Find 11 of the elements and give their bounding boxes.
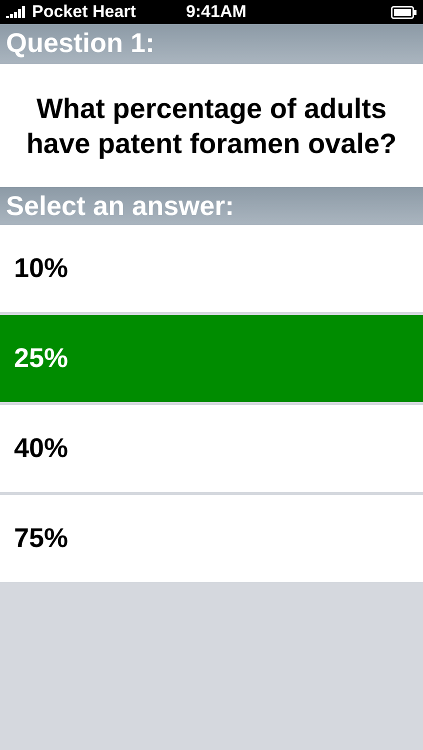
carrier-name: Pocket Heart bbox=[32, 2, 136, 22]
answer-option[interactable]: 10% bbox=[0, 225, 423, 312]
battery-icon bbox=[391, 6, 417, 18]
answer-option[interactable]: 25% bbox=[0, 315, 423, 402]
signal-icon bbox=[6, 6, 28, 18]
section-heading: Question 1: bbox=[5, 27, 156, 60]
question-text: What percentage of adults have patent foramen ovale? bbox=[25, 92, 398, 160]
section-heading: Select an answer: bbox=[5, 190, 236, 223]
answer-option[interactable]: 75% bbox=[0, 495, 423, 582]
clock-time: 9:41AM bbox=[186, 2, 246, 22]
answer-option[interactable]: 40% bbox=[0, 405, 423, 492]
